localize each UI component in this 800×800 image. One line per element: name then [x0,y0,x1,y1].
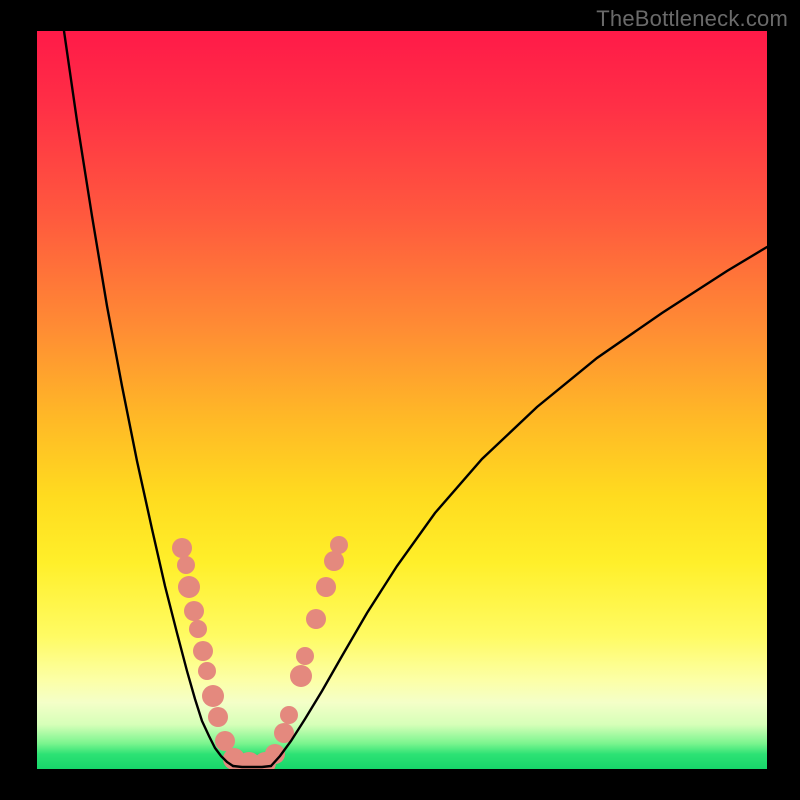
watermark-text: TheBottleneck.com [596,6,788,32]
scatter-dot [189,620,207,638]
chart-frame: TheBottleneck.com [0,0,800,800]
scatter-dot [324,551,344,571]
scatter-group [172,536,348,769]
scatter-dot [177,556,195,574]
chart-overlay [37,31,767,769]
scatter-dot [306,609,326,629]
scatter-dot [208,707,228,727]
scatter-dot [330,536,348,554]
scatter-dot [184,601,204,621]
scatter-dot [178,576,200,598]
scatter-dot [202,685,224,707]
curve-right-branch [271,247,767,766]
scatter-dot [172,538,192,558]
scatter-dot [280,706,298,724]
curve-floor [233,766,271,767]
scatter-dot [215,731,235,751]
scatter-dot [316,577,336,597]
plot-area [37,31,767,769]
scatter-dot [296,647,314,665]
scatter-dot [193,641,213,661]
scatter-dot [198,662,216,680]
scatter-dot [290,665,312,687]
